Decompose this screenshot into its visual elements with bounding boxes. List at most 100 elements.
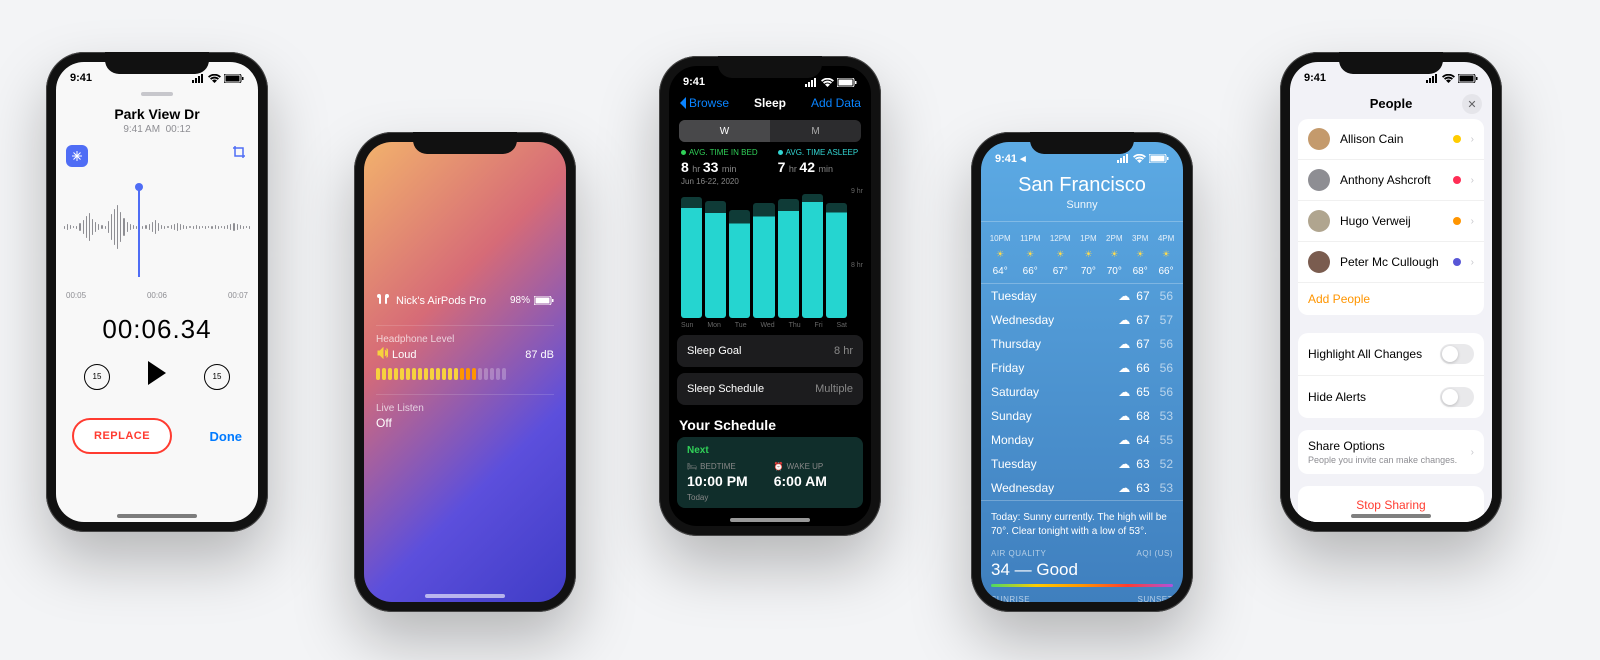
segment-month[interactable]: M [770, 120, 861, 142]
timeline-tick: 00:05 [66, 291, 86, 300]
battery-status: 98% [510, 295, 554, 306]
highlight-changes-row[interactable]: Highlight All Changes [1298, 333, 1484, 376]
loudness-indicator: Loud [376, 347, 416, 362]
segment-week[interactable]: W [679, 120, 770, 142]
waveform-view[interactable] [56, 167, 258, 287]
chevron-right-icon: › [1471, 447, 1474, 458]
avatar [1308, 128, 1330, 150]
today-summary: Today: Sunny currently. The high will be… [981, 500, 1183, 549]
your-schedule-title: Your Schedule [669, 405, 871, 437]
back-button[interactable]: Browse [679, 96, 729, 110]
status-icons [804, 78, 857, 87]
chevron-right-icon: › [1471, 257, 1474, 268]
timeline-tick: 00:07 [228, 291, 248, 300]
aqi-region: AQI (US) [1137, 549, 1173, 558]
play-button[interactable] [146, 361, 168, 392]
day-forecast-row: Wednesday☁︎6757 [981, 308, 1183, 332]
skip-forward-button[interactable]: 15 [204, 364, 230, 390]
status-time: 9:41 [1304, 72, 1326, 84]
sleep-bar-chart[interactable]: 9 hr 8 hr [679, 190, 861, 318]
condition-text: Sunny [981, 199, 1183, 211]
person-row[interactable]: Hugo Verweij› [1298, 201, 1484, 242]
sleep-bar[interactable] [705, 201, 726, 318]
x-axis-label: Tue [735, 322, 747, 329]
home-indicator[interactable] [1351, 514, 1431, 518]
home-indicator[interactable] [730, 518, 810, 522]
hour-forecast: 2PM☀︎70° [1106, 234, 1122, 277]
device-name-row: Nick's AirPods Pro [376, 292, 486, 309]
hour-forecast: 3PM☀︎68° [1132, 234, 1148, 277]
sunrise-label: SUNRISE [991, 595, 1030, 602]
sleep-schedule-row[interactable]: Sleep Schedule Multiple [677, 373, 863, 405]
avatar [1308, 251, 1330, 273]
sheet-grabber[interactable] [141, 92, 173, 96]
avg-asleep-label: AVG. TIME ASLEEP [778, 148, 859, 157]
avatar [1308, 169, 1330, 191]
status-time: 9:41 [683, 76, 705, 88]
airpods-control-phone: Nick's AirPods Pro 98% Headphone Level L… [354, 132, 576, 612]
home-indicator[interactable] [425, 594, 505, 598]
sleep-goal-row[interactable]: Sleep Goal 8 hr [677, 335, 863, 367]
alarm-icon: ⏰ [774, 462, 784, 471]
sleep-bar[interactable] [802, 194, 823, 318]
skip-back-button[interactable]: 15 [84, 364, 110, 390]
status-dot [1453, 217, 1461, 225]
hour-forecast: 1PM☀︎70° [1080, 234, 1096, 277]
add-data-button[interactable]: Add Data [811, 96, 861, 110]
x-axis-label: Mon [707, 322, 721, 329]
next-schedule-card[interactable]: Next 🛏 BEDTIME 10:00 PM ⏰ WAKE UP 6:00 A… [677, 437, 863, 508]
toggle-hide-alerts[interactable] [1440, 387, 1474, 407]
daily-forecast-list[interactable]: Tuesday☁︎6756Wednesday☁︎6757Thursday☁︎67… [981, 284, 1183, 500]
sleep-bar[interactable] [753, 203, 774, 318]
person-row[interactable]: Peter Mc Cullough› [1298, 242, 1484, 283]
sheet-title: People [1370, 96, 1413, 111]
db-value: 87 dB [525, 349, 554, 361]
timeframe-segmented-control[interactable]: W M [679, 120, 861, 142]
enhance-button[interactable] [66, 145, 88, 167]
person-row[interactable]: Anthony Ashcroft› [1298, 160, 1484, 201]
sleep-bar[interactable] [778, 199, 799, 318]
sleep-bar[interactable] [826, 203, 847, 318]
day-forecast-row: Monday☁︎6455 [981, 428, 1183, 452]
home-indicator[interactable] [117, 514, 197, 518]
playhead[interactable] [138, 187, 140, 277]
wakeup-value: 6:00 AM [774, 473, 827, 489]
timeline-tick: 00:06 [147, 291, 167, 300]
add-people-button[interactable]: Add People [1298, 283, 1484, 315]
page-title: Sleep [754, 96, 786, 110]
day-forecast-row: Wednesday☁︎6353 [981, 476, 1183, 500]
status-dot [1453, 176, 1461, 184]
hourly-forecast[interactable]: 10PM☀︎64°11PM☀︎66°12PM☀︎67°1PM☀︎70°2PM☀︎… [981, 221, 1183, 284]
wakeup-label: ⏰ WAKE UP [774, 462, 827, 471]
done-button[interactable]: Done [210, 429, 243, 444]
airpods-icon [376, 292, 390, 309]
sleep-bar[interactable] [681, 197, 702, 318]
avg-asleep-value: 7 hr 42 min [778, 159, 859, 175]
x-axis-label: Wed [760, 322, 774, 329]
toggle-highlight-changes[interactable] [1440, 344, 1474, 364]
city-name: San Francisco [981, 174, 1183, 197]
x-axis-label: Sun [681, 322, 693, 329]
close-button[interactable]: ✕ [1462, 94, 1482, 114]
x-axis-label: Thu [789, 322, 801, 329]
day-forecast-row: Sunday☁︎6853 [981, 404, 1183, 428]
sunset-label: SUNSET [1138, 595, 1173, 602]
sleep-bar[interactable] [729, 210, 750, 318]
person-row[interactable]: Allison Cain› [1298, 119, 1484, 160]
recording-subtitle: 9:41 AM 00:12 [56, 124, 258, 135]
trim-button[interactable] [232, 145, 248, 167]
status-icons [1425, 74, 1478, 83]
day-forecast-row: Tuesday☁︎6352 [981, 452, 1183, 476]
status-time: 9:41 [70, 72, 92, 84]
live-listen-value[interactable]: Off [376, 416, 554, 430]
chevron-right-icon: › [1471, 134, 1474, 145]
hide-alerts-row[interactable]: Hide Alerts [1298, 376, 1484, 418]
live-listen-label: Live Listen [376, 394, 554, 414]
avg-in-bed-label: AVG. TIME IN BED [681, 148, 758, 157]
hour-forecast: 4PM☀︎66° [1158, 234, 1174, 277]
health-sleep-phone: 9:41 Browse Sleep Add Data W M AVG. TIME… [659, 56, 881, 536]
y-axis-label: 9 hr [851, 188, 863, 195]
share-options-row[interactable]: Share Options People you invite can make… [1298, 430, 1484, 474]
replace-button[interactable]: REPLACE [72, 418, 172, 454]
y-axis-label: 8 hr [851, 262, 863, 269]
